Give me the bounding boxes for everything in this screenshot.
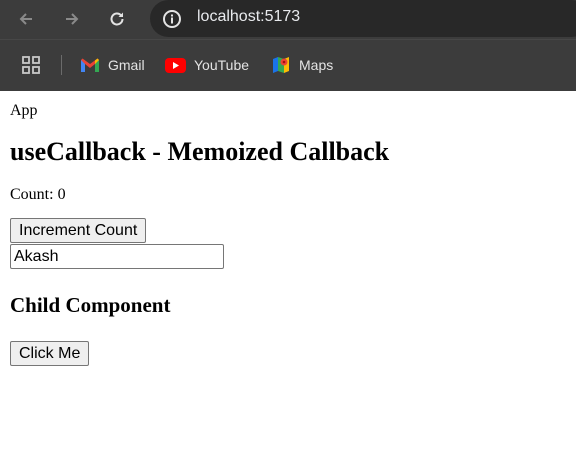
youtube-icon — [165, 57, 186, 73]
app-label: App — [10, 102, 38, 119]
apps-grid-icon[interactable] — [21, 55, 41, 75]
page-title: useCallback - Memoized Callback — [10, 137, 390, 166]
reload-icon — [110, 12, 124, 26]
bookmark-label: YouTube — [194, 57, 250, 73]
address-bar[interactable]: localhost:5173 — [150, 0, 576, 37]
page-content: App useCallback - Memoized Callback Coun… — [0, 102, 576, 366]
gmail-icon — [81, 58, 99, 72]
increment-count-button[interactable]: Increment Count — [10, 218, 147, 243]
bookmarks-bar: Gmail YouTube Maps — [0, 39, 576, 91]
forward-button[interactable] — [59, 6, 85, 32]
count-text: Count: 0 — [10, 186, 66, 203]
site-info-icon[interactable] — [162, 9, 182, 29]
bookmark-gmail[interactable]: Gmail — [80, 53, 145, 77]
browser-toolbar: localhost:5173 — [0, 0, 576, 39]
back-button[interactable] — [13, 6, 39, 32]
name-input[interactable] — [10, 244, 224, 269]
bookmark-youtube[interactable]: YouTube — [165, 53, 249, 77]
bookmarks-separator — [61, 55, 62, 75]
bookmark-maps[interactable]: Maps — [271, 53, 333, 77]
maps-icon — [273, 57, 289, 73]
address-url[interactable]: localhost:5173 — [197, 8, 300, 26]
bookmark-label: Gmail — [108, 57, 145, 73]
forward-arrow-icon — [66, 13, 79, 25]
back-arrow-icon — [19, 13, 32, 25]
bookmark-label: Maps — [299, 57, 334, 73]
reload-button[interactable] — [104, 6, 130, 32]
click-me-button[interactable]: Click Me — [10, 341, 90, 366]
child-component-title: Child Component — [10, 293, 171, 317]
